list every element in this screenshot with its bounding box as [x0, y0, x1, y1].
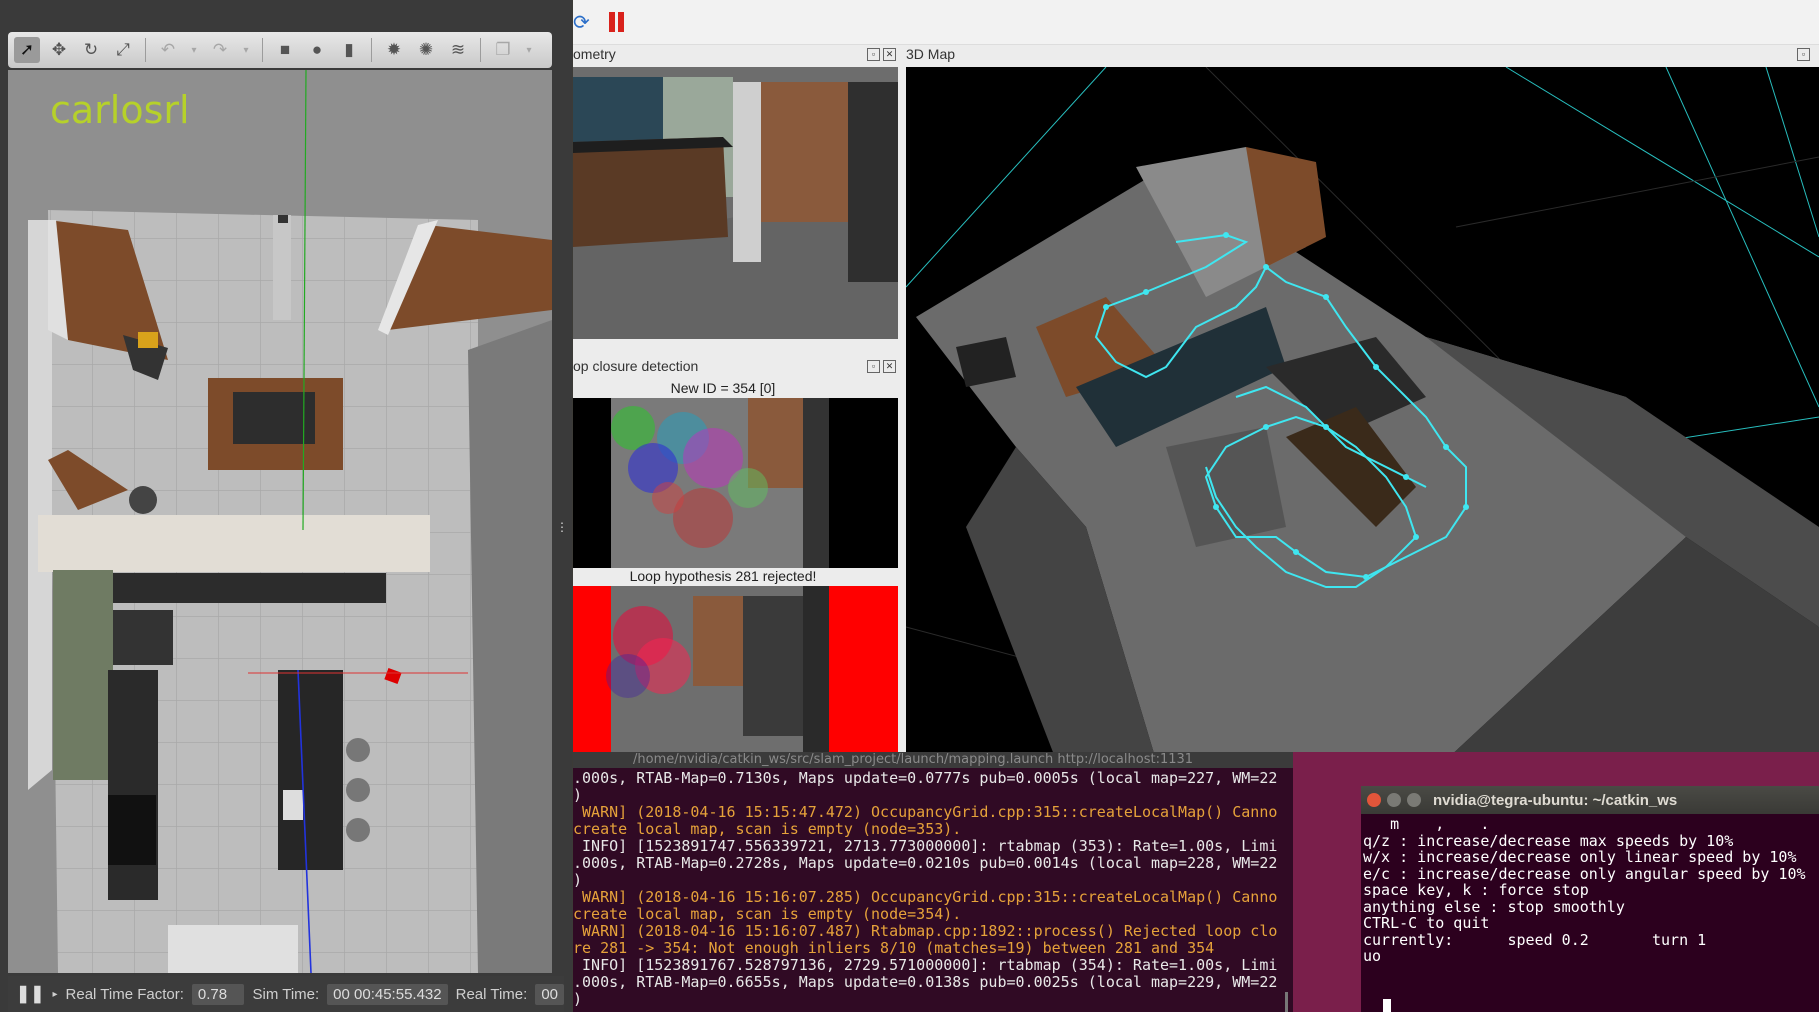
directional-light-icon[interactable]: ≋ [445, 37, 471, 63]
terminal-line: .000s, RTAB-Map=0.7130s, Maps update=0.0… [573, 770, 1278, 787]
teleop-terminal-output: m , . q/z : increase/decrease max speeds … [1363, 816, 1819, 1012]
copy-icon[interactable]: ❐ [490, 37, 516, 63]
terminal-line: INFO] [1523891767.528797136, 2729.571000… [573, 956, 1278, 974]
odometry-camera-view [573, 67, 898, 339]
toolbar-separator [480, 38, 481, 62]
rtabmap-terminal[interactable]: /home/nvidia/catkin_ws/src/slam_project/… [573, 752, 1293, 1012]
refresh-icon[interactable]: ⟳ [573, 10, 590, 35]
loop-hypothesis-label: Loop hypothesis 281 rejected! [629, 568, 817, 584]
gazebo-toolbar: ➚ ✥ ↻ ⤢ ↶ ▾ ↷ ▾ ■ ● ▮ ✹ ✺ ≋ ❐ ▾ [8, 32, 552, 68]
spot-light-icon[interactable]: ✺ [413, 37, 439, 63]
box-shape-icon[interactable]: ■ [272, 37, 298, 63]
terminal-line: WARN] (2018-04-16 15:16:07.487) Rtabmap.… [573, 922, 1278, 940]
toolbar-separator [145, 38, 146, 62]
sim-time-label: Sim Time: [252, 985, 320, 1003]
translate-mode-icon[interactable]: ✥ [46, 37, 72, 63]
teleop-terminal-line: q/z : increase/decrease max speeds by 10… [1363, 831, 1734, 850]
odometry-panel-title: ometry [573, 46, 616, 62]
sim-time-value: 00 00:45:55.432 [327, 983, 448, 1005]
pause-icon[interactable] [607, 12, 627, 32]
cylinder-shape-icon[interactable]: ▮ [336, 37, 362, 63]
new-id-label: New ID = 354 [0] [670, 380, 776, 396]
odometry-image [573, 67, 898, 339]
teleop-terminal-line: m , . [1363, 816, 1490, 833]
rtabmap-window: ⟳ ometry ▫ ✕ op closure detection ▫ ✕ Ne… [573, 0, 1819, 760]
sphere-shape-icon[interactable]: ● [304, 37, 330, 63]
real-time-factor-label: Real Time Factor: [65, 985, 184, 1003]
rtabmap-toolbar: ⟳ [573, 0, 1819, 45]
gazebo-watermark: carlosrl [50, 88, 190, 132]
teleop-terminal-title-bar: nvidia@tegra-ubuntu: ~/catkin_ws [1361, 786, 1819, 814]
terminal-line: re 281 -> 354: Not enough inliers 8/10 (… [573, 939, 1215, 957]
float-panel-icon[interactable]: ▫ [867, 48, 880, 61]
real-time-value: 00 [535, 983, 564, 1005]
terminal-line: .000s, RTAB-Map=0.2728s, Maps update=0.0… [573, 854, 1278, 872]
terminal-title: /home/nvidia/catkin_ws/src/slam_project/… [633, 752, 1194, 767]
loop-image-features [573, 586, 898, 754]
terminal-title-bar: /home/nvidia/catkin_ws/src/slam_project/… [573, 752, 1293, 768]
redo-icon[interactable]: ↷ [207, 37, 233, 63]
gazebo-3d-scene[interactable]: carlosrl [8, 70, 552, 973]
terminal-line: ) [573, 990, 583, 1008]
real-time-factor-value: 0.78 [191, 983, 245, 1005]
terminal-line: create local map, scan is empty (node=35… [573, 905, 962, 923]
loop-image-view [573, 586, 898, 754]
teleop-terminal-window[interactable]: nvidia@tegra-ubuntu: ~/catkin_ws m , . q/… [1361, 786, 1819, 1012]
float-panel-icon[interactable]: ▫ [1797, 48, 1810, 61]
gazebo-status-bar: ❚❚ ▸ Real Time Factor: 0.78 Sim Time: 00… [8, 976, 564, 1012]
map3d-view[interactable] [906, 67, 1819, 760]
terminal-line: ) [573, 786, 583, 804]
gazebo-window: ➚ ✥ ↻ ⤢ ↶ ▾ ↷ ▾ ■ ● ▮ ✹ ✺ ≋ ❐ ▾ carlosrl… [0, 0, 572, 1012]
rotate-mode-icon[interactable]: ↻ [78, 37, 104, 63]
terminal-line: WARN] (2018-04-16 15:16:07.285) Occupanc… [573, 888, 1278, 906]
point-light-icon[interactable]: ✹ [381, 37, 407, 63]
float-panel-icon[interactable]: ▫ [867, 360, 880, 373]
teleop-terminal-line: currently: speed 0.2 turn 1 [1363, 930, 1707, 949]
undo-icon[interactable]: ↶ [155, 37, 181, 63]
splitter-handle[interactable]: ⋮ [556, 520, 568, 534]
new-image-view [573, 398, 898, 568]
teleop-terminal-line: uo [1363, 947, 1382, 965]
terminal-scrollbar[interactable] [1285, 992, 1288, 1012]
teleop-terminal-title: nvidia@tegra-ubuntu: ~/catkin_ws [1433, 791, 1678, 809]
terminal-output: .000s, RTAB-Map=0.7130s, Maps update=0.0… [573, 770, 1278, 1012]
terminal-line: create local map, scan is empty (node=35… [573, 820, 962, 838]
toolbar-separator [371, 38, 372, 62]
new-image-features [573, 398, 898, 568]
copy-dropdown-icon[interactable]: ▾ [522, 37, 536, 63]
step-icon[interactable]: ▸ [53, 989, 58, 1000]
teleop-terminal-line: w/x : increase/decrease only linear spee… [1363, 848, 1797, 866]
terminal-line: WARN] (2018-04-16 15:15:47.472) Occupanc… [573, 803, 1278, 821]
teleop-terminal-line: e/c : increase/decrease only angular spe… [1363, 864, 1806, 883]
redo-dropdown-icon[interactable]: ▾ [239, 37, 253, 63]
map3d-pointcloud [906, 67, 1819, 760]
close-window-icon[interactable] [1367, 793, 1381, 807]
undo-dropdown-icon[interactable]: ▾ [187, 37, 201, 63]
terminal-line: .000s, RTAB-Map=0.6655s, Maps update=0.0… [573, 973, 1278, 991]
select-mode-icon[interactable]: ➚ [14, 37, 40, 63]
loop-closure-panel-title: op closure detection [573, 358, 699, 374]
teleop-terminal-line: space key, k : force stop [1363, 881, 1589, 899]
terminal-line: ) [573, 871, 583, 889]
terminal-cursor [1383, 999, 1391, 1012]
real-time-label: Real Time: [455, 985, 528, 1003]
toolbar-separator [262, 38, 263, 62]
pause-icon[interactable]: ❚❚ [16, 984, 45, 1004]
teleop-terminal-line: CTRL-C to quit [1363, 914, 1490, 932]
terminal-line: INFO] [1523891747.556339721, 2713.773000… [573, 837, 1278, 855]
close-panel-icon[interactable]: ✕ [883, 360, 896, 373]
minimize-window-icon[interactable] [1387, 793, 1401, 807]
map3d-panel-title: 3D Map [906, 46, 956, 62]
maximize-window-icon[interactable] [1407, 793, 1421, 807]
close-panel-icon[interactable]: ✕ [883, 48, 896, 61]
scale-mode-icon[interactable]: ⤢ [110, 37, 136, 63]
teleop-terminal-line: anything else : stop smoothly [1363, 897, 1625, 916]
gazebo-scene-render [8, 70, 552, 973]
